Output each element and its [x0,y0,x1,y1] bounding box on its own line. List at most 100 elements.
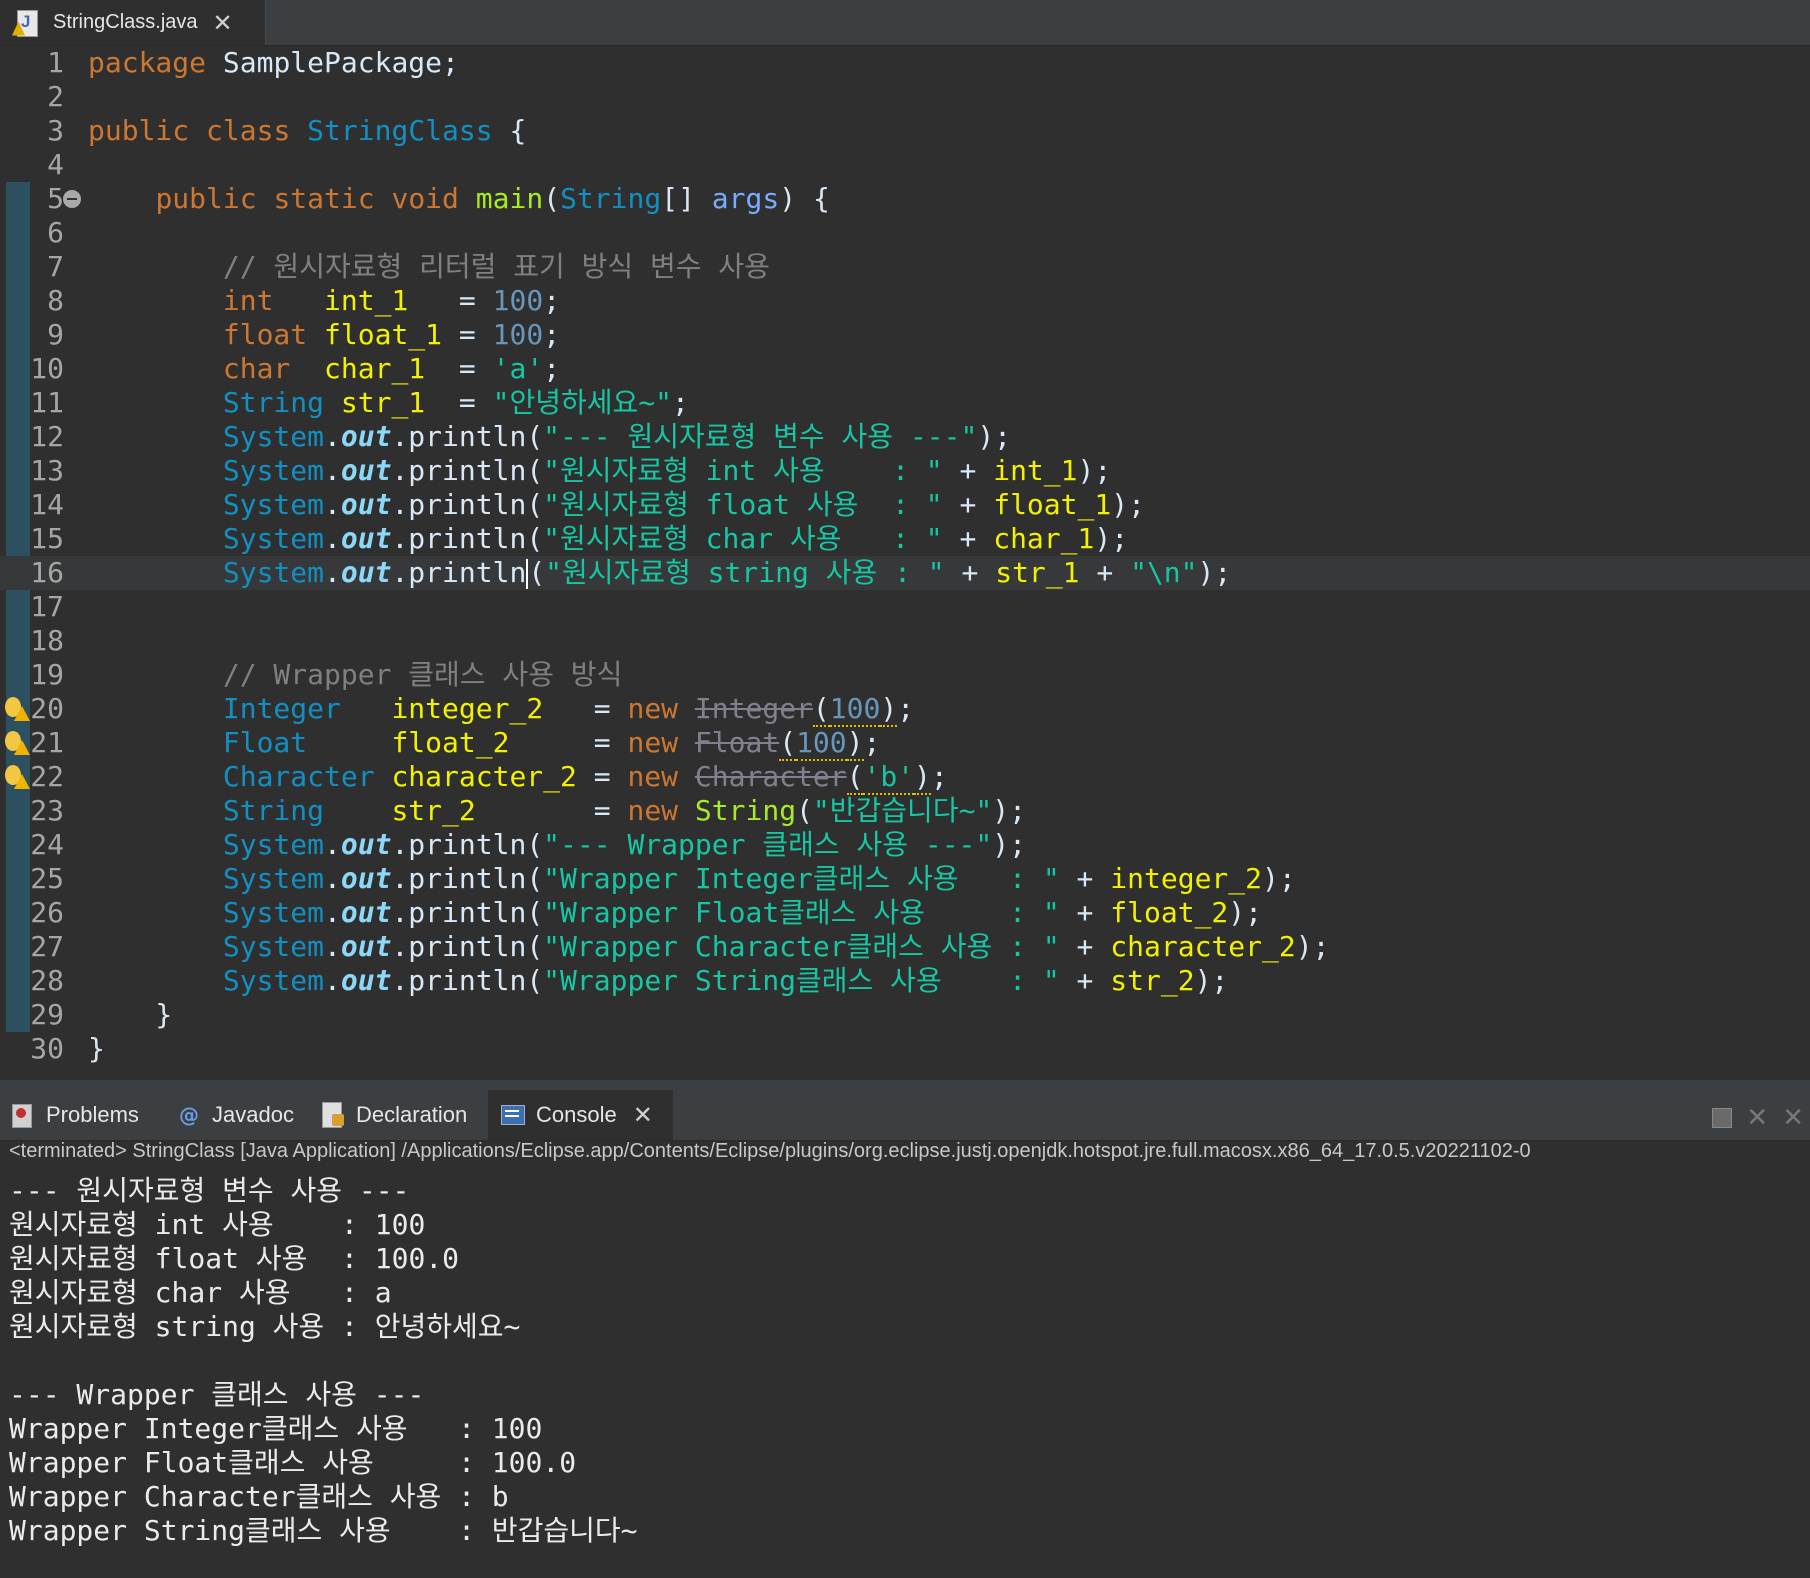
code-token: args [711,182,780,215]
code-token: . [324,896,341,929]
quickfix-warning-icon[interactable] [5,731,31,757]
code-line[interactable]: 5 public static void main(String[] args)… [0,182,1810,216]
code-line[interactable]: 16 System.out.println("원시자료형 string 사용 :… [0,556,1810,590]
code-line[interactable]: 12 System.out.println("--- 원시자료형 변수 사용 -… [0,420,1810,454]
code-line[interactable]: 10 char char_1 = 'a'; [0,352,1810,386]
code-token: System [222,420,325,453]
editor-tab-stringclass[interactable]: J StringClass.java ✕ [0,0,266,45]
code-editor[interactable]: 1 package SamplePackage; 2 3 public class St… [0,46,1810,1080]
panel-divider[interactable] [0,1080,1810,1090]
code-line[interactable]: 26 System.out.println("Wrapper Float클래스 … [0,896,1810,930]
close-console-icon[interactable]: ✕ [633,1101,653,1129]
code-line[interactable]: 4 [0,148,1810,182]
tab-declaration-label: Declaration [356,1102,468,1127]
line-number: 24 [30,828,64,861]
code-line[interactable]: 18 [0,624,1810,658]
code-line[interactable]: 15 System.out.println("원시자료형 char 사용 : "… [0,522,1810,556]
view-actions: ✕ ✕ [1712,1098,1810,1138]
code-token: static [273,182,375,215]
code-line[interactable]: 13 System.out.println("원시자료형 int 사용 : " … [0,454,1810,488]
code-line[interactable]: 7 // 원시자료형 리터럴 표기 방식 변수 사용 [0,250,1810,284]
code-token: System [222,454,325,487]
quickfix-warning-icon[interactable] [5,765,31,791]
code-token: = [425,352,493,385]
line-number: 15 [30,522,64,555]
code-token: . [324,454,341,487]
code-line[interactable]: 19 // Wrapper 클래스 사용 방식 [0,658,1810,692]
code-line[interactable]: 23 String str_2 = new String("반갑습니다~"); [0,794,1810,828]
warning-underline: ( [779,726,797,761]
code-token: String [222,794,325,827]
minimize-icon[interactable] [1712,1108,1733,1128]
fold-collapse-icon[interactable] [63,190,81,208]
code-line[interactable]: 6 [0,216,1810,250]
code-line[interactable]: 22 Character character_2 = new Character… [0,760,1810,795]
code-token: "원시자료형 string 사용 : " [545,556,945,589]
code-line[interactable]: 8 int int_1 = 100; [0,284,1810,318]
console-line: Wrapper Float클래스 사용 : 100.0 [9,1446,577,1479]
quickfix-warning-icon[interactable] [5,697,31,723]
code-token: . [324,828,341,861]
warning-underline: 100 [829,692,881,727]
console-output[interactable]: --- 원시자료형 변수 사용 --- 원시자료형 int 사용 : 100 원시자… [0,1174,1810,1578]
close-icon[interactable]: ✕ [213,9,233,37]
console-launch-info: <terminated> StringClass [Java Applicati… [9,1140,1531,1162]
code-token: System [222,522,325,555]
java-file-icon: J [12,9,38,37]
code-line[interactable]: 1 package SamplePackage; [0,46,1810,80]
warning-underline: ) [914,760,931,795]
code-text: System.out.println("원시자료형 int 사용 : " + i… [88,454,1111,488]
console-line: 원시자료형 float 사용 : 100.0 [9,1242,460,1275]
code-token: .println( [391,862,544,895]
code-line[interactable]: 21 Float float_2 = new Float(100); [0,726,1810,761]
code-token: out [340,488,392,521]
code-token: ; [543,352,561,385]
remove-all-launches-icon[interactable]: ✕ [1782,1103,1804,1133]
code-line[interactable]: 25 System.out.println("Wrapper Integer클래… [0,862,1810,896]
code-token: ); [1094,522,1129,555]
code-line[interactable]: 27 System.out.println("Wrapper Character… [0,930,1810,964]
tab-problems[interactable]: Problems [10,1090,160,1140]
code-line[interactable]: 29 } [0,998,1810,1032]
console-line: Wrapper Integer클래스 사용 : 100 [9,1412,543,1445]
line-number: 6 [47,216,64,249]
tab-declaration[interactable]: Declaration [320,1090,485,1140]
code-line[interactable]: 11 String str_1 = "안녕하세요~"; [0,386,1810,420]
line-number: 16 [30,556,64,589]
code-token: + [942,488,994,521]
remove-launch-icon[interactable]: ✕ [1746,1103,1768,1133]
code-token: 'a' [492,352,544,385]
code-line[interactable]: 30} [0,1032,1810,1066]
code-line[interactable]: 2 [0,80,1810,114]
line-number: 18 [30,624,64,657]
code-token: character_2 [391,760,577,793]
problems-icon [10,1102,36,1128]
code-line[interactable]: 24 System.out.println("--- Wrapper 클래스 사… [0,828,1810,862]
code-text: System.out.println("원시자료형 float 사용 : " +… [88,488,1145,522]
code-token: char_1 [993,522,1095,555]
line-number: 28 [30,964,64,997]
code-line[interactable]: 9 float float_1 = 100; [0,318,1810,352]
line-number: 11 [30,386,64,419]
tab-javadoc[interactable]: @ Javadoc [176,1090,306,1140]
code-token: + [944,556,996,589]
code-token: ); [992,794,1027,827]
code-line[interactable]: 20 Integer integer_2 = new Integer(100); [0,692,1810,727]
code-line[interactable]: 28 System.out.println("Wrapper String클래스… [0,964,1810,998]
tab-console[interactable]: Console ✕ [488,1090,673,1140]
code-token: . [324,556,341,589]
code-line[interactable]: 17 [0,590,1810,624]
tab-problems-label: Problems [46,1102,139,1127]
code-text: System.out.println("Wrapper Character클래스… [88,930,1330,964]
code-line[interactable]: 14 System.out.println("원시자료형 float 사용 : … [0,488,1810,522]
code-line[interactable]: 3 public class StringClass { [0,114,1810,148]
